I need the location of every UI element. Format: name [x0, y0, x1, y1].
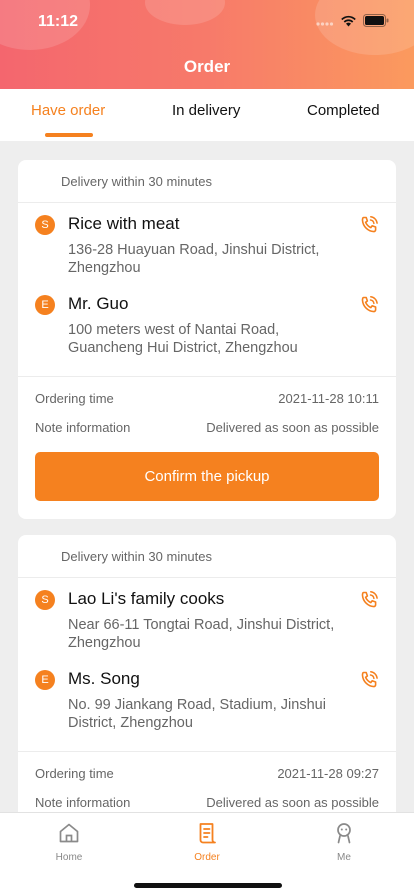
- dropoff-stop: E Ms. Song No. 99 Jiankang Road, Stadium…: [18, 658, 396, 751]
- nav-me-label: Me: [337, 852, 351, 863]
- order-card: Delivery within 30 minutes S Lao Li's fa…: [18, 535, 396, 812]
- home-icon: [57, 823, 81, 849]
- nav-order-label: Order: [194, 852, 220, 863]
- dropoff-address: No. 99 Jiankang Road, Stadium, Jinshui D…: [68, 697, 326, 731]
- divider: [18, 751, 396, 752]
- ordering-time-row: Ordering time 2021-11-28 10:11: [18, 383, 396, 412]
- ordering-time-value: 2021-11-28 09:27: [277, 766, 379, 781]
- nav-me[interactable]: Me: [314, 821, 374, 863]
- confirm-pickup-button[interactable]: Confirm the pickup: [35, 452, 379, 501]
- tab-completed[interactable]: Completed: [307, 102, 380, 119]
- pickup-address: 136-28 Huayuan Road, Jinshui District, Z…: [68, 242, 320, 276]
- nav-home-label: Home: [55, 852, 83, 863]
- wifi-icon: [340, 14, 357, 32]
- nav-home[interactable]: Home: [39, 821, 99, 863]
- end-badge: E: [35, 295, 55, 315]
- start-badge: S: [35, 590, 55, 610]
- start-badge: S: [35, 215, 55, 235]
- call-pickup-phone-icon[interactable]: [359, 215, 379, 235]
- end-badge: E: [35, 670, 55, 690]
- header: 11:12 Order: [0, 0, 414, 89]
- order-list[interactable]: Delivery within 30 minutes S Rice with m…: [0, 141, 414, 812]
- pickup-address: Near 66-11 Tongtai Road, Jinshui Distric…: [68, 617, 335, 651]
- status-bar: 11:12: [0, 0, 414, 44]
- call-pickup-phone-icon[interactable]: [359, 590, 379, 610]
- dropoff-name: Ms. Song: [68, 669, 140, 688]
- note-label: Note information: [35, 795, 131, 810]
- dropoff-address: 100 meters west of Nantai Road, Guanchen…: [68, 322, 298, 356]
- call-customer-phone-icon[interactable]: [359, 670, 379, 690]
- order-card: Delivery within 30 minutes S Rice with m…: [18, 160, 396, 519]
- note-value: Delivered as soon as possible: [206, 420, 379, 435]
- note-row: Note information Delivered as soon as po…: [18, 412, 396, 441]
- divider: [18, 376, 396, 377]
- ordering-time-row: Ordering time 2021-11-28 09:27: [18, 758, 396, 787]
- note-row: Note information Delivered as soon as po…: [18, 787, 396, 812]
- status-time: 11:12: [38, 13, 79, 30]
- note-label: Note information: [35, 420, 131, 435]
- pickup-stop: S Lao Li's family cooks Near 66-11 Tongt…: [18, 578, 396, 658]
- tab-have-order[interactable]: Have order: [31, 102, 105, 119]
- delivery-time-note: Delivery within 30 minutes: [18, 160, 396, 203]
- nav-order[interactable]: Order: [177, 821, 237, 863]
- delivery-time-note: Delivery within 30 minutes: [18, 535, 396, 578]
- pickup-stop: S Rice with meat 136-28 Huayuan Road, Ji…: [18, 203, 396, 283]
- page-title: Order: [183, 57, 231, 76]
- order-icon: [195, 823, 219, 849]
- dropoff-stop: E Mr. Guo 100 meters west of Nantai Road…: [18, 283, 396, 376]
- call-customer-phone-icon[interactable]: [359, 295, 379, 315]
- note-value: Delivered as soon as possible: [206, 795, 379, 810]
- home-indicator[interactable]: [134, 883, 282, 888]
- ordering-time-label: Ordering time: [35, 766, 114, 781]
- person-icon: [332, 823, 356, 849]
- pickup-name: Lao Li's family cooks: [68, 589, 225, 608]
- pickup-name: Rice with meat: [68, 214, 180, 233]
- cellular-signal-icon: [316, 14, 334, 32]
- ordering-time-value: 2021-11-28 10:11: [278, 391, 379, 406]
- active-tab-indicator: [45, 133, 93, 137]
- battery-icon: [363, 14, 390, 32]
- ordering-time-label: Ordering time: [35, 391, 114, 406]
- tab-in-delivery[interactable]: In delivery: [172, 102, 240, 119]
- dropoff-name: Mr. Guo: [68, 294, 129, 313]
